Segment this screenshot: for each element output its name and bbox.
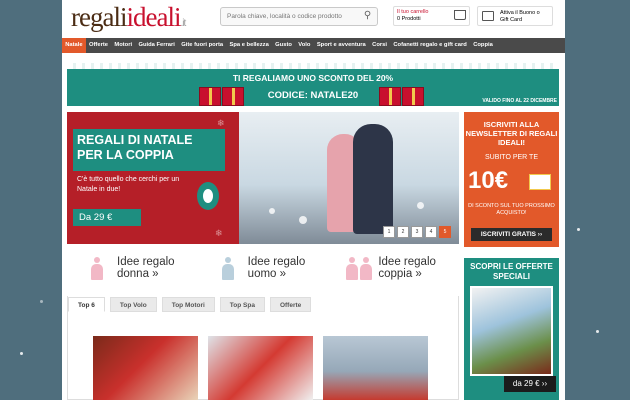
hero-slider[interactable]: ❄ ❄ REGALI DI NATALE PER LA COPPIA C'è t… <box>67 112 459 244</box>
sidebar: ISCRIVITI ALLA NEWSLETTER DI REGALI IDEA… <box>464 112 559 400</box>
nav-item-motori[interactable]: Motori <box>111 38 135 53</box>
nav-item-offerte[interactable]: Offerte <box>86 38 111 53</box>
slider-page-button[interactable]: 1 <box>383 226 395 238</box>
hero-couple-photo: 1 2 3 4 5 <box>239 112 459 244</box>
cart-button[interactable]: Il tuo carrello 0 Prodotti <box>393 6 470 26</box>
idea-donna-line1: Idee regalo <box>117 256 175 268</box>
nav-item-guida-ferrari[interactable]: Guida Ferrari <box>135 38 178 53</box>
man-icon <box>221 257 234 282</box>
newsletter-box: ISCRIVITI ALLA NEWSLETTER DI REGALI IDEA… <box>464 112 559 247</box>
slider-page-button[interactable]: 4 <box>425 226 437 238</box>
snowflake <box>596 330 599 333</box>
gift-card-label-line2: Gift Card <box>500 16 523 23</box>
hero-text-panel: ❄ ❄ REGALI DI NATALE PER LA COPPIA C'è t… <box>67 112 239 244</box>
search-placeholder: Parola chiave, località o codice prodott… <box>227 13 342 20</box>
offers-price-button[interactable]: da 29 € ›› <box>504 376 556 392</box>
gift-card-button[interactable]: Attiva il Buono o Gift Card <box>477 6 553 26</box>
main-nav: Natale Offerte Motori Guida Ferrari Gite… <box>62 38 565 53</box>
product-card-sleigh[interactable] <box>323 336 428 400</box>
logo-tld: .it <box>180 18 186 29</box>
snowflake <box>40 300 43 303</box>
product-tabs: Top 6 Top Volo Top Motori Top Spa Offert… <box>67 296 459 400</box>
idea-coppia-link[interactable]: Idee regalo coppia » <box>328 253 459 285</box>
nav-item-spa[interactable]: Spa e bellezza <box>226 38 272 53</box>
nav-item-sport[interactable]: Sport e avventura <box>314 38 369 53</box>
idea-uomo-line1: Idee regalo <box>247 256 306 268</box>
tab-top-6[interactable]: Top 6 <box>68 297 105 312</box>
logo-text-part2: ideali <box>126 2 181 32</box>
tab-top-spa[interactable]: Top Spa <box>219 297 265 312</box>
envelope-icon <box>529 174 551 190</box>
snowflake <box>20 352 23 355</box>
offers-photo-collage <box>470 286 553 376</box>
offers-title: SCOPRI LE OFFERTE SPECIALI <box>470 262 553 281</box>
man-figure <box>353 124 393 234</box>
nav-item-gite[interactable]: Gite fuori porta <box>178 38 226 53</box>
promo-validity: VALIDO FINO AL 22 DICEMBRE <box>482 98 557 104</box>
tabs-bar: Top 6 Top Volo Top Motori Top Spa Offert… <box>68 296 458 312</box>
nav-item-corsi[interactable]: Corsi <box>369 38 390 53</box>
idea-uomo-line2: uomo » <box>247 268 287 280</box>
newsletter-description: DI SCONTO SUL TUO PROSSIMO ACQUISTO! <box>468 203 555 216</box>
couple-icon <box>346 257 359 282</box>
idea-coppia-line1: Idee regalo <box>378 256 436 268</box>
promo-banner[interactable]: TI REGALIAMO UNO SCONTO DEL 20% CODICE: … <box>67 63 559 106</box>
woman-icon <box>91 257 103 282</box>
logo[interactable]: regaliideali.it <box>71 2 186 38</box>
icicles-decoration <box>67 63 559 69</box>
bokeh-light <box>269 208 275 214</box>
nav-item-cofanetti[interactable]: Cofanetti regalo e gift card <box>390 38 470 53</box>
page-container: regaliideali.it Parola chiave, località … <box>62 0 565 400</box>
penguin-icon <box>197 182 219 210</box>
tab-top-volo[interactable]: Top Volo <box>109 297 157 312</box>
snowflake-icon: ❄ <box>217 118 225 128</box>
idea-uomo-link[interactable]: Idee regalo uomo » <box>198 253 329 285</box>
newsletter-subtitle: SUBITO PER TE <box>484 154 539 161</box>
slider-pager: 1 2 3 4 5 <box>381 226 451 238</box>
cart-icon <box>454 10 466 20</box>
slider-page-button[interactable]: 3 <box>411 226 423 238</box>
product-card-santa[interactable] <box>93 336 198 400</box>
tab-top-motori[interactable]: Top Motori <box>161 297 215 312</box>
hero-title: REGALI DI NATALE PER LA COPPIA <box>73 129 225 171</box>
product-card-gift[interactable] <box>208 336 313 400</box>
nav-item-volo[interactable]: Volo <box>295 38 314 53</box>
couple-icon <box>360 257 373 282</box>
promo-headline: TI REGALIAMO UNO SCONTO DEL 20% <box>232 73 394 83</box>
idea-coppia-line2: coppia » <box>378 268 422 280</box>
tab-offerte[interactable]: Offerte <box>269 297 312 312</box>
nav-item-gusto[interactable]: Gusto <box>272 38 295 53</box>
special-offers-box[interactable]: SCOPRI LE OFFERTE SPECIALI da 29 € ›› <box>464 258 559 400</box>
snowflake-icon: ❄ <box>215 228 223 238</box>
hero-price-button[interactable]: Da 29 € <box>73 209 141 226</box>
header: regaliideali.it Parola chiave, località … <box>62 0 565 38</box>
newsletter-subscribe-button[interactable]: ISCRIVITI GRATIS ›› <box>471 228 552 241</box>
hero-description: C'è tutto quello che cerchi per un Natal… <box>77 176 180 193</box>
nav-item-natale[interactable]: Natale <box>62 38 86 53</box>
slider-page-button[interactable]: 2 <box>397 226 409 238</box>
search-icon[interactable]: ⚲ <box>360 10 375 23</box>
gift-ideas-row: Idee regalo donna » Idee regalo uomo » I… <box>67 253 459 285</box>
slider-page-button-active[interactable]: 5 <box>439 226 451 238</box>
bokeh-light <box>299 216 307 224</box>
gift-card-icon <box>482 11 494 21</box>
logo-text-part1: regali <box>71 2 127 32</box>
snowflake <box>577 228 580 231</box>
idea-donna-link[interactable]: Idee regalo donna » <box>67 253 198 285</box>
idea-donna-line2: donna » <box>117 268 159 280</box>
bokeh-light <box>417 202 424 209</box>
nav-item-coppia[interactable]: Coppia <box>470 38 496 53</box>
search-input[interactable]: Parola chiave, località o codice prodott… <box>220 7 378 26</box>
newsletter-title: ISCRIVITI ALLA NEWSLETTER DI REGALI IDEA… <box>465 120 558 147</box>
